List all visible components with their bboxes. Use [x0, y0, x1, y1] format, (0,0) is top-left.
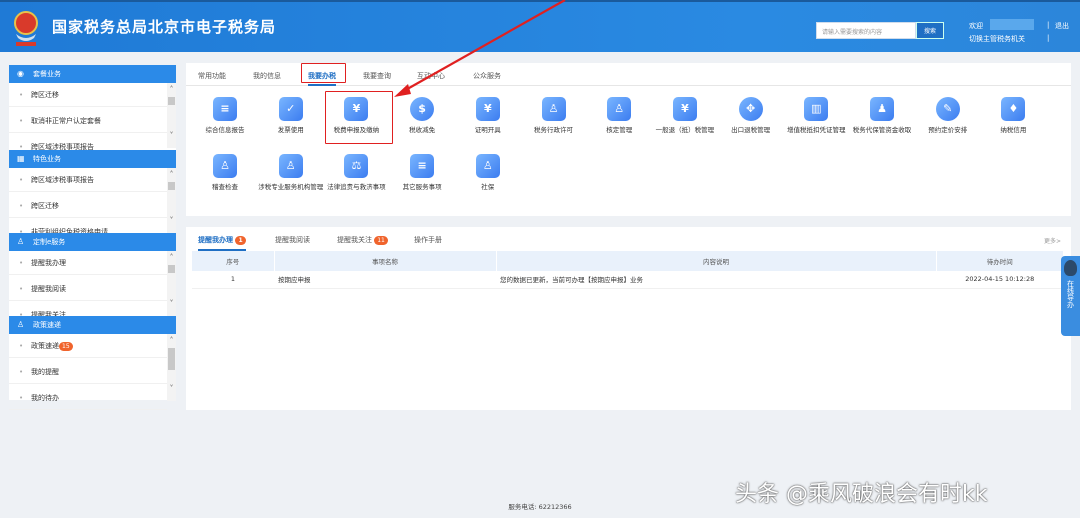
- annotation-arrow: [394, 0, 566, 97]
- watermark: 头条 @乘风破浪会有时kk: [735, 482, 988, 507]
